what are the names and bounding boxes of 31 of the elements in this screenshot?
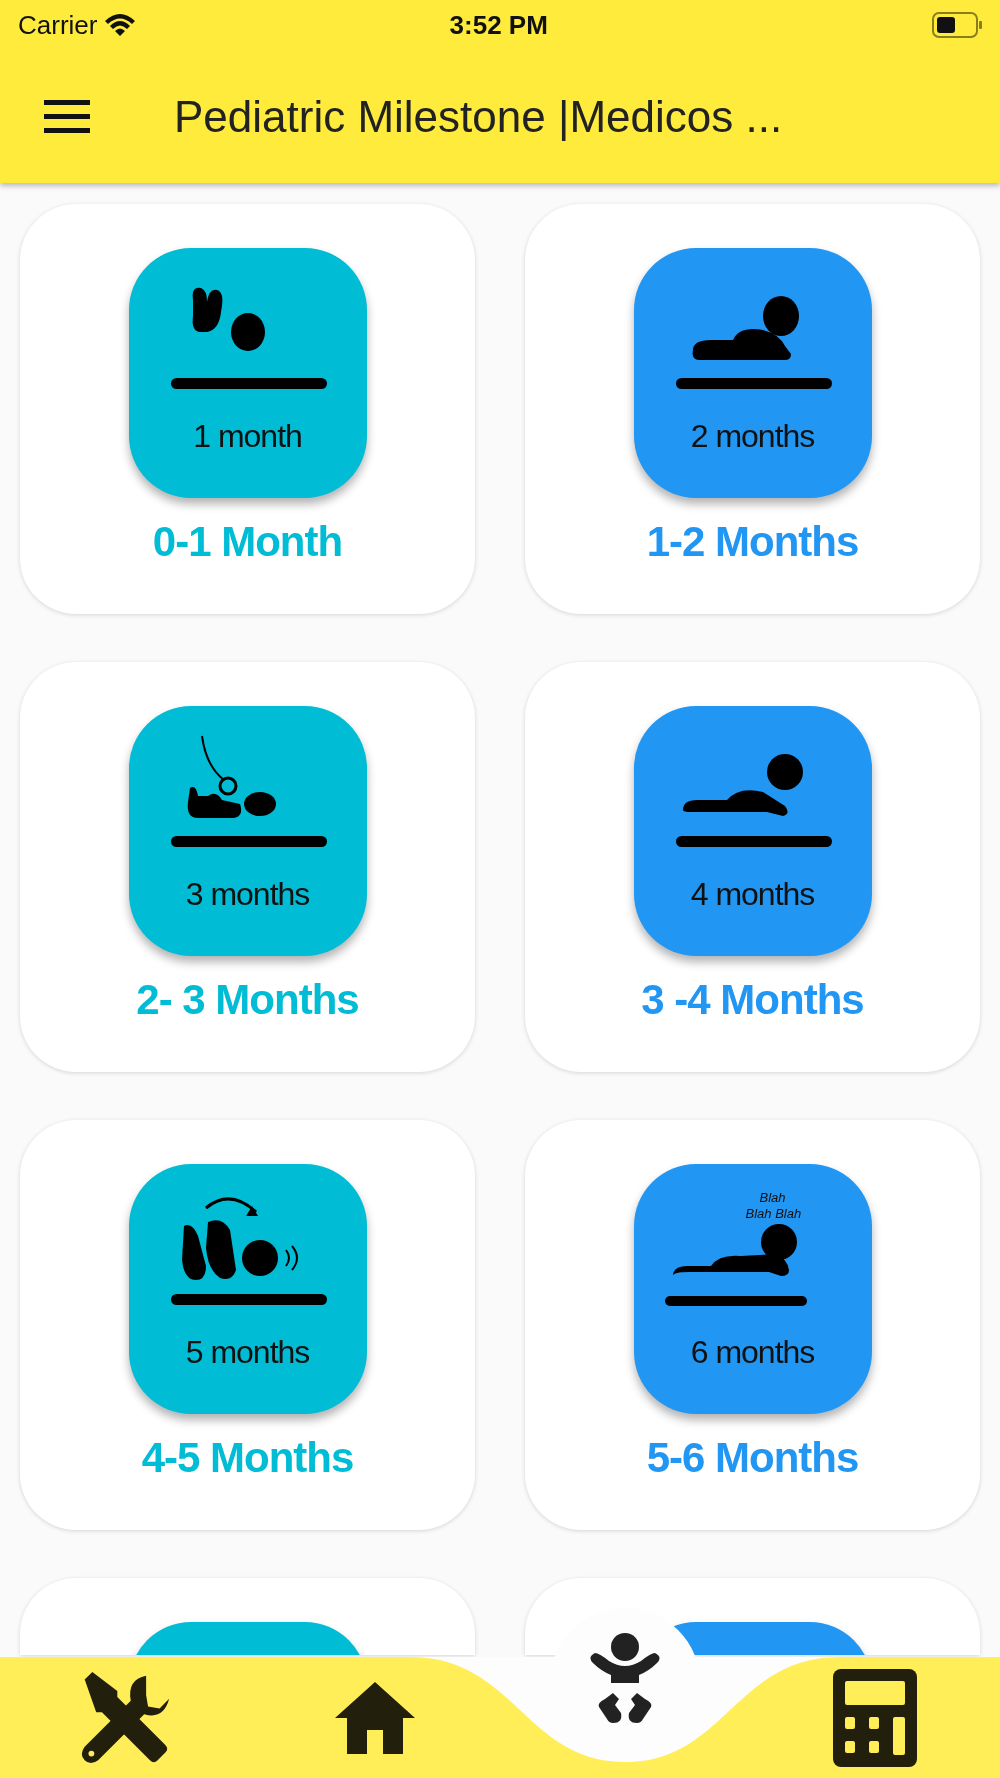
card-label: 4-5 Months: [141, 1434, 354, 1482]
milestone-card[interactable]: 3 months 2- 3 Months: [20, 662, 475, 1072]
tile-caption: 3 months: [185, 876, 310, 913]
milestone-card[interactable]: 4 months 3 -4 Months: [525, 662, 980, 1072]
milestone-card[interactable]: 5 months 4-5 Months: [20, 1120, 475, 1530]
card-label: 0-1 Month: [152, 518, 343, 566]
speech-text: Blah Blah: [745, 1206, 802, 1221]
tile-caption: 4 months: [690, 876, 815, 913]
speech-text: Blah: [759, 1190, 786, 1205]
carrier-text: Carrier: [18, 9, 98, 41]
card-label: 2- 3 Months: [136, 976, 359, 1024]
tile-caption: 6 months: [690, 1334, 815, 1371]
milestone-card[interactable]: 2 months 1-2 Months: [525, 204, 980, 614]
menu-icon: [44, 99, 90, 134]
wifi-icon: [105, 14, 136, 36]
tile-caption: 1 month: [193, 418, 302, 455]
card-label: 1-2 Months: [646, 518, 859, 566]
app-title: Pediatric Milestone |Medicos ...: [174, 91, 783, 142]
tile-caption: 2 months: [690, 418, 815, 455]
nav-button[interactable]: [335, 1681, 415, 1754]
nav-button[interactable]: [833, 1668, 917, 1767]
battery-icon: [932, 12, 982, 38]
home-icon: [335, 1681, 415, 1754]
card-label: 3 -4 Months: [641, 976, 864, 1024]
milestone-card[interactable]: Blah Blah Blah 6 months 5-6 Months: [525, 1120, 980, 1530]
card-label: 5-6 Months: [646, 1434, 859, 1482]
time-text: 3:52 PM: [448, 9, 549, 41]
milestone-card[interactable]: 1 month 0-1 Month: [20, 204, 475, 614]
tile-caption: 5 months: [185, 1334, 310, 1371]
menu-button[interactable]: [44, 99, 90, 134]
calculator-icon: [833, 1668, 917, 1767]
